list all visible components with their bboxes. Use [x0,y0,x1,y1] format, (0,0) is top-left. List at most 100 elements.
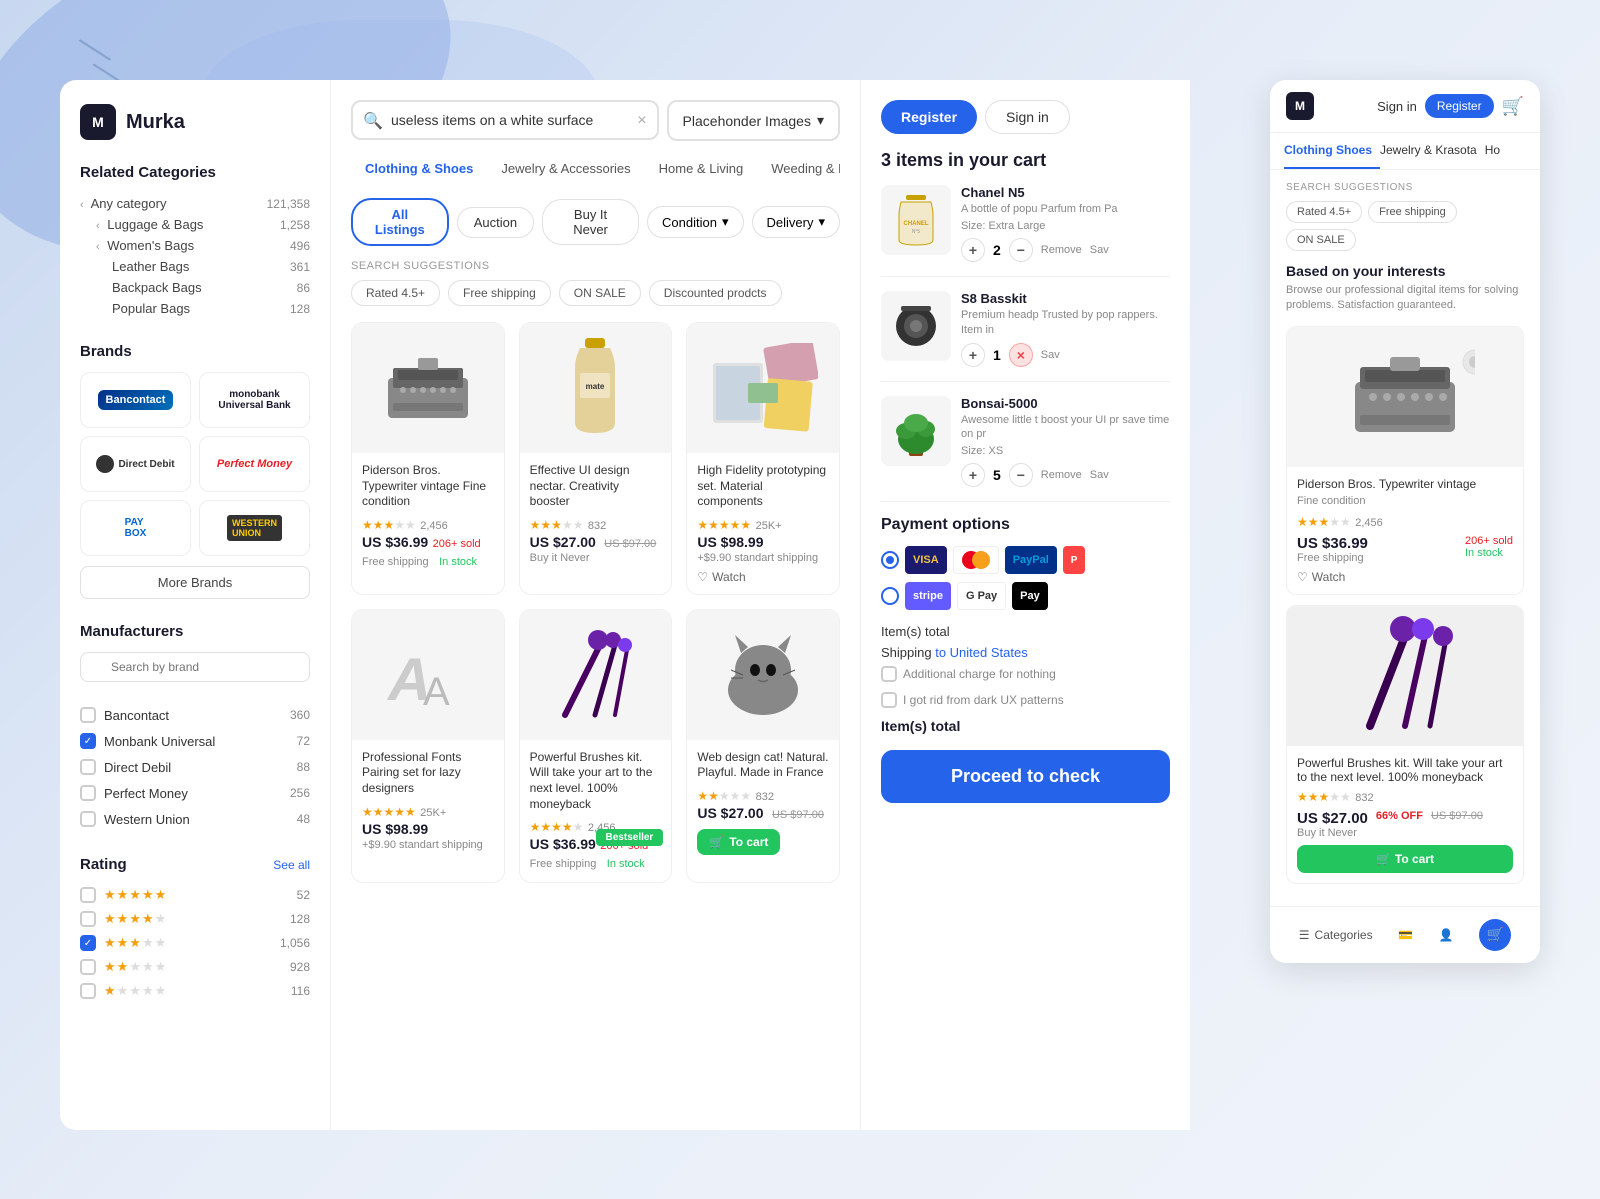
delivery-dropdown[interactable]: Delivery ▾ [752,206,841,238]
brand-western[interactable]: WESTERNUNION [199,500,310,556]
see-all-button[interactable]: See all [273,858,310,872]
dark-ux-checkbox[interactable] [881,692,897,708]
signin-button[interactable]: Sign in [985,100,1070,134]
right-chip-shipping[interactable]: Free shipping [1368,201,1457,223]
dark-ux-row: I got rid from dark UX patterns [881,692,1170,708]
right-to-cart-button[interactable]: 🛒 To cart [1297,845,1513,873]
payment-row-alt[interactable]: stripe G Pay Pay [881,582,1170,610]
mfr-checkbox-direct[interactable] [80,759,96,775]
chip-free-shipping[interactable]: Free shipping [448,280,551,306]
filter-buy-it-never[interactable]: Buy It Never [542,199,639,245]
tab-weeding[interactable]: Weeding & Party [757,155,840,182]
additional-label: Additional charge for nothing [903,667,1056,681]
filter-all-listings[interactable]: All Listings [351,198,449,246]
category-womens[interactable]: ‹ Women's Bags 496 [80,235,310,256]
save-bonsai[interactable]: Sav [1090,469,1109,481]
product-cat[interactable]: Web design cat! Natural. Playful. Made i… [686,609,840,883]
manufacturer-direct[interactable]: Direct Debil 88 [80,754,310,780]
manufacturer-perfect[interactable]: Perfect Money 256 [80,780,310,806]
mfr-checkbox-bancontact[interactable] [80,707,96,723]
right-cart-icon[interactable]: 🛒 [1502,96,1524,117]
tab-clothing-shoes[interactable]: Clothing & Shoes [351,155,487,182]
proceed-to-checkout-button[interactable]: Proceed to check [881,750,1170,803]
rating-2stars[interactable]: ★★★★★ 928 [80,955,310,979]
category-luggage[interactable]: ‹ Luggage & Bags 1,258 [80,214,310,235]
brands-section: Brands Bancontact monobankUniversal Bank… [80,343,310,599]
category-any[interactable]: ‹ Any category 121,358 [80,193,310,214]
manufacturer-monbank[interactable]: Monbank Universal 72 [80,728,310,754]
right-tab-ho[interactable]: Ho [1485,143,1508,169]
save-basskit[interactable]: Sav [1041,349,1060,361]
condition-dropdown[interactable]: Condition ▾ [647,206,743,238]
qty-delete-basskit[interactable]: × [1009,343,1033,367]
qty-increase-chanel[interactable]: − [1009,238,1033,262]
payment-row-cards[interactable]: VISA PayPal P [881,546,1170,574]
product-fonts[interactable]: A A Professional Fonts Pairing set for l… [351,609,505,883]
category-popular[interactable]: Popular Bags 128 [80,298,310,319]
product-brushes[interactable]: Powerful Brushes kit. Will take your art… [519,609,673,883]
rating-checkbox-4[interactable] [80,911,96,927]
radio-alt[interactable] [881,587,899,605]
bottom-nav-user[interactable]: 👤 [1439,928,1454,942]
register-button[interactable]: Register [881,100,977,134]
manufacturer-western[interactable]: Western Union 48 [80,806,310,832]
brand-direct-debit[interactable]: Direct Debit [80,436,191,492]
brand-bancontact[interactable]: Bancontact [80,372,191,428]
mfr-checkbox-western[interactable] [80,811,96,827]
rating-3stars[interactable]: ★★★★★ 1,056 [80,931,310,955]
mfr-checkbox-monbank[interactable] [80,733,96,749]
to-cart-button-cat[interactable]: 🛒 To cart [697,829,780,855]
brand-paybox[interactable]: PAYBOX [80,500,191,556]
right-chip-rated[interactable]: Rated 4.5+ [1286,201,1362,223]
product-components[interactable]: High Fidelity prototyping set. Material … [686,322,840,595]
right-tab-jewelry[interactable]: Jewelry & Krasota [1380,143,1485,169]
more-brands-button[interactable]: More Brands [80,566,310,599]
rating-4stars[interactable]: ★★★★★ 128 [80,907,310,931]
right-register-button[interactable]: Register [1425,94,1494,118]
filter-auction[interactable]: Auction [457,207,534,238]
brand-perfect-money[interactable]: Perfect Money [199,436,310,492]
radio-cards[interactable] [881,551,899,569]
shipping-dest-link[interactable]: to United States [935,645,1028,660]
right-watch-button[interactable]: ♡ Watch [1297,570,1513,584]
chip-rated[interactable]: Rated 4.5+ [351,280,440,306]
additional-checkbox[interactable] [881,666,897,682]
qty-decrease-chanel[interactable]: + [961,238,985,262]
tab-home[interactable]: Home & Living [645,155,758,182]
rating-5stars[interactable]: ★★★★★ 52 [80,883,310,907]
rating-checkbox-1[interactable] [80,983,96,999]
chip-on-sale[interactable]: ON SALE [559,280,641,306]
category-leather[interactable]: Leather Bags 361 [80,256,310,277]
bottom-nav-cart[interactable]: 🛒 [1479,919,1511,951]
rating-checkbox-2[interactable] [80,959,96,975]
search-input[interactable] [351,100,659,140]
qty-decrease-basskit[interactable]: + [961,343,985,367]
category-backpack[interactable]: Backpack Bags 86 [80,277,310,298]
search-dropdown[interactable]: Placehonder Images ▾ [667,100,840,141]
search-clear-icon[interactable]: × [637,112,646,130]
bottom-nav-payment[interactable]: 💳 [1398,928,1413,942]
tab-jewelry[interactable]: Jewelry & Accessories [487,155,644,182]
save-chanel[interactable]: Sav [1090,244,1109,256]
remove-bonsai[interactable]: Remove [1041,469,1082,481]
rating-checkbox-3[interactable] [80,935,96,951]
rating-checkbox-5[interactable] [80,887,96,903]
qty-increase-bonsai[interactable]: − [1009,463,1033,487]
product-typewriter[interactable]: Piderson Bros. Typewriter vintage Fine c… [351,322,505,595]
product-bottle[interactable]: mate Effective UI design nectar. Creativ… [519,322,673,595]
brand-monobank[interactable]: monobankUniversal Bank [199,372,310,428]
rating-1star[interactable]: ★★★★★ 116 [80,979,310,1003]
right-signin-link[interactable]: Sign in [1377,99,1417,114]
search-brand-input[interactable] [80,652,310,682]
remove-chanel[interactable]: Remove [1041,244,1082,256]
mfr-checkbox-perfect[interactable] [80,785,96,801]
manufacturer-bancontact[interactable]: Bancontact 360 [80,702,310,728]
watch-button-components[interactable]: ♡ Watch [697,570,829,584]
right-product-typewriter[interactable]: Piderson Bros. Typewriter vintage Fine c… [1286,326,1524,595]
bottom-nav-categories[interactable]: ☰ Categories [1299,928,1373,942]
qty-decrease-bonsai[interactable]: + [961,463,985,487]
right-chip-sale[interactable]: ON SALE [1286,229,1356,251]
right-product-brushes[interactable]: Powerful Brushes kit. Will take your art… [1286,605,1524,884]
chip-discounted[interactable]: Discounted prodcts [649,280,782,306]
right-tab-clothing[interactable]: Clothing Shoes [1284,143,1380,169]
